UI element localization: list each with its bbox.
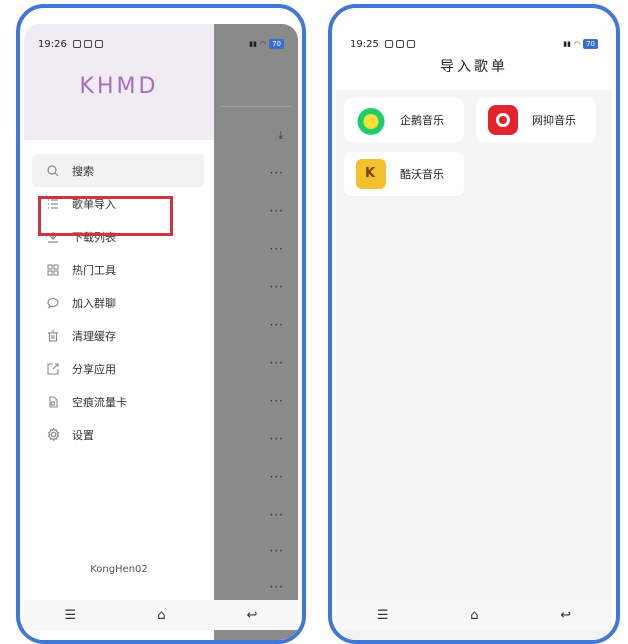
qq-music-logo [356,105,386,135]
menu-label: 加入群聊 [72,296,116,310]
notification-icons [72,40,103,48]
left-phone: ⤓ ··· ··· ··· ··· ··· ··· ··· ··· ··· ··… [16,4,306,644]
more-icon[interactable]: ··· [270,242,284,256]
status-bar: 19:26 ▮▮ ◠ 70 [24,24,298,54]
home-icon[interactable]: ⌂ [470,608,478,623]
download-icon[interactable]: ⤓ [279,130,284,141]
menu-label: 分享应用 [72,362,116,376]
menu-item-clear-cache[interactable]: 清理缓存 [32,319,204,352]
menu-label: 空痕流量卡 [72,395,127,409]
more-icon[interactable]: ··· [270,544,284,558]
netease-music-logo [488,105,518,135]
page-title: 导入歌单 [336,54,612,90]
menu-label: 设置 [72,428,94,442]
more-icon[interactable]: ··· [270,166,284,180]
source-label: 酷沃音乐 [400,168,444,181]
more-icon[interactable]: ··· [270,356,284,370]
more-icon[interactable]: ··· [270,394,284,408]
back-icon[interactable]: ↩ [560,608,571,623]
menu-label: 搜索 [72,164,94,178]
scrim-overlay[interactable]: ⤓ ··· ··· ··· ··· ··· ··· ··· ··· ··· ··… [214,24,298,640]
status-right: ▮▮ ◠ 70 [249,39,284,49]
system-nav-bar: ☰ ⌂ ↩ [24,600,298,630]
menu-item-settings[interactable]: 设置 [32,418,204,451]
status-time: 19:26 [38,38,67,50]
menu-icon[interactable]: ☰ [377,608,389,623]
more-icon[interactable]: ··· [270,508,284,522]
source-card-kuwo[interactable]: 酷沃音乐 [344,152,464,196]
menu-item-data-card[interactable]: 空痕流量卡 [32,385,204,418]
nav-drawer: KHMD 搜索 歌单导入 下载列表 热门工具 加入群聊 清理缓存 分享应用 空痕… [24,24,214,640]
chat-icon [46,296,60,310]
right-phone: 19:25 ▮▮ ◠ 70 导入歌单 企鹅音乐 网抑音乐 酷沃音乐 ☰ ⌂ ↩ [328,4,620,644]
battery-level: 70 [583,39,598,49]
more-icon[interactable]: ··· [270,204,284,218]
app-brand: KHMD [79,74,159,99]
source-label: 企鹅音乐 [400,114,444,127]
overlay-divider [220,106,292,107]
notification-icons [384,40,415,48]
more-icon[interactable]: ··· [270,318,284,332]
status-bar: 19:25 ▮▮ ◠ 70 [336,24,612,54]
grid-icon [46,263,60,277]
signal-icon: ▮▮ [563,40,571,48]
menu-item-hot-tools[interactable]: 热门工具 [32,253,204,286]
menu-item-search[interactable]: 搜索 [32,154,204,187]
left-screen: ⤓ ··· ··· ··· ··· ··· ··· ··· ··· ··· ··… [24,24,298,640]
username-label: KongHen02 [90,564,148,575]
source-card-netease[interactable]: 网抑音乐 [476,98,596,142]
status-time: 19:25 [350,38,379,50]
highlight-box [38,196,173,236]
menu-icon[interactable]: ☰ [65,608,77,623]
more-icon[interactable]: ··· [270,432,284,446]
wifi-icon: ◠ [259,40,267,48]
trash-icon [46,329,60,343]
more-icon[interactable]: ··· [270,470,284,484]
system-nav-bar: ☰ ⌂ ↩ [336,600,612,630]
share-icon [46,362,60,376]
sim-card-icon [46,395,60,409]
menu-label: 清理缓存 [72,329,116,343]
menu-item-share-app[interactable]: 分享应用 [32,352,204,385]
menu-item-join-group[interactable]: 加入群聊 [32,286,204,319]
more-icon[interactable]: ··· [270,580,284,594]
kuwo-music-logo [356,159,386,189]
gear-icon [46,428,60,442]
source-card-qq[interactable]: 企鹅音乐 [344,98,464,142]
search-icon [46,164,60,178]
status-right: ▮▮ ◠ 70 [563,39,598,49]
signal-icon: ▮▮ [249,40,257,48]
menu-label: 热门工具 [72,263,116,277]
wifi-icon: ◠ [573,40,581,48]
battery-level: 70 [269,39,284,49]
home-icon[interactable]: ⌂ [157,608,165,623]
more-icon[interactable]: ··· [270,280,284,294]
source-label: 网抑音乐 [532,114,576,127]
right-screen: 19:25 ▮▮ ◠ 70 导入歌单 企鹅音乐 网抑音乐 酷沃音乐 ☰ ⌂ ↩ [336,24,612,640]
back-icon[interactable]: ↩ [247,608,258,623]
